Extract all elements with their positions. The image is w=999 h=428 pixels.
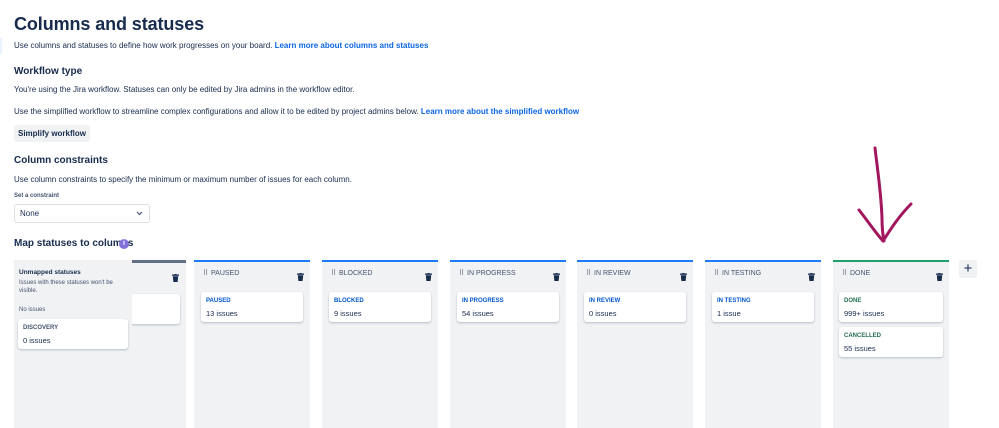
column-name: IN REVIEW <box>594 270 631 277</box>
column-name: DONE <box>850 270 871 277</box>
column-name: IN PROGRESS <box>467 270 516 277</box>
simplified-workflow-body: Use the simplified workflow to streamlin… <box>14 107 421 116</box>
column-blocked[interactable]: ⠿ BLOCKED BLOCKED 9 issues <box>322 260 438 428</box>
trash-icon[interactable] <box>297 268 304 286</box>
trash-icon[interactable] <box>680 268 687 286</box>
column-in-progress[interactable]: ⠿ IN PROGRESS IN PROGRESS 54 issues <box>450 260 566 428</box>
unmapped-no-issues: No issues <box>19 307 46 313</box>
status-issue-count: 9 issues <box>334 309 362 318</box>
status-lozenge: IN PROGRESS <box>462 298 504 304</box>
status-issue-count: 0 issues <box>589 309 617 318</box>
page-title: Columns and statuses <box>14 14 205 34</box>
column-paused[interactable]: ⠿ PAUSED PAUSED 13 issues <box>194 260 310 428</box>
status-issue-count: 1 issue <box>717 309 741 318</box>
column-in-testing[interactable]: ⠿ IN TESTING IN TESTING 1 issue <box>705 260 821 428</box>
intro-text: Use columns and statuses to define how w… <box>14 41 428 50</box>
constraint-select-label: Set a constraint <box>14 193 60 199</box>
status-card-cancelled[interactable]: CANCELLED 55 issues <box>839 327 943 357</box>
trash-icon[interactable] <box>425 268 432 286</box>
status-card-hidden[interactable] <box>132 294 180 324</box>
status-issue-count: 13 issues <box>206 309 238 318</box>
column-constraints-heading: Column constraints <box>14 155 108 166</box>
status-issue-count: 0 issues <box>23 336 51 345</box>
simplified-workflow-text: Use the simplified workflow to streamlin… <box>14 107 579 116</box>
status-card-discovery[interactable]: DISCOVERY 0 issues <box>18 319 128 349</box>
constraint-select[interactable]: None <box>14 204 150 223</box>
status-lozenge: BLOCKED <box>334 298 364 304</box>
unmapped-title: Unmapped statuses <box>19 269 81 276</box>
drag-handle-icon[interactable]: ⠿ <box>842 269 847 277</box>
column-name: PAUSED <box>211 270 240 277</box>
trash-icon[interactable] <box>808 268 815 286</box>
status-lozenge: DISCOVERY <box>23 325 59 331</box>
trash-icon[interactable] <box>553 268 560 286</box>
status-lozenge: DONE <box>844 298 862 304</box>
status-issue-count: 54 issues <box>462 309 494 318</box>
intro-text-body: Use columns and statuses to define how w… <box>14 41 275 50</box>
drag-handle-icon[interactable]: ⠿ <box>331 269 336 277</box>
unmapped-subtitle: Issues with these statuses won't be visi… <box>19 280 113 294</box>
status-card-in-progress[interactable]: IN PROGRESS 54 issues <box>457 292 559 322</box>
status-issue-count: 55 issues <box>844 344 876 353</box>
status-lozenge: CANCELLED <box>844 333 881 339</box>
learn-more-columns-link[interactable]: Learn more about columns and statuses <box>275 41 429 50</box>
trash-icon[interactable] <box>172 269 179 287</box>
column-in-review[interactable]: ⠿ IN REVIEW IN REVIEW 0 issues <box>577 260 693 428</box>
jira-workflow-text: You're using the Jira workflow. Statuses… <box>14 85 355 94</box>
drag-handle-icon[interactable]: ⠿ <box>203 269 208 277</box>
status-card-blocked[interactable]: BLOCKED 9 issues <box>329 292 431 322</box>
trash-icon[interactable] <box>936 268 943 286</box>
unmapped-statuses-panel: Unmapped statuses Issues with these stat… <box>14 260 132 428</box>
drag-handle-icon[interactable]: ⠿ <box>714 269 719 277</box>
status-lozenge: PAUSED <box>206 298 231 304</box>
simplify-workflow-button[interactable]: Simplify workflow <box>14 125 90 142</box>
status-issue-count: 999+ issues <box>844 309 885 318</box>
column-done[interactable]: ⠿ DONE DONE 999+ issues CANCELLED 55 iss… <box>833 260 949 428</box>
column-constraints-text: Use column constraints to specify the mi… <box>14 175 352 184</box>
learn-more-simplified-link[interactable]: Learn more about the simplified workflow <box>421 107 579 116</box>
drag-handle-icon[interactable]: ⠿ <box>459 269 464 277</box>
workflow-type-heading: Workflow type <box>14 66 83 77</box>
status-card-paused[interactable]: PAUSED 13 issues <box>201 292 303 322</box>
status-lozenge: IN REVIEW <box>589 298 621 304</box>
status-card-done[interactable]: DONE 999+ issues <box>839 292 943 322</box>
info-icon[interactable]: i <box>119 239 129 249</box>
status-card-in-review[interactable]: IN REVIEW 0 issues <box>584 292 686 322</box>
status-card-in-testing[interactable]: IN TESTING 1 issue <box>712 292 814 322</box>
intro-edge-marker <box>0 38 2 54</box>
column-partially-hidden[interactable] <box>132 260 186 428</box>
column-name: BLOCKED <box>339 270 373 277</box>
column-name: IN TESTING <box>722 270 762 277</box>
map-statuses-heading: Map statuses to columns <box>14 238 134 249</box>
chevron-down-icon <box>136 205 143 229</box>
add-column-button[interactable]: + <box>959 260 977 278</box>
drag-handle-icon[interactable]: ⠿ <box>586 269 591 277</box>
constraint-select-value: None <box>20 209 40 218</box>
status-lozenge: IN TESTING <box>717 298 751 304</box>
arrow-down-annotation-icon <box>857 146 913 243</box>
